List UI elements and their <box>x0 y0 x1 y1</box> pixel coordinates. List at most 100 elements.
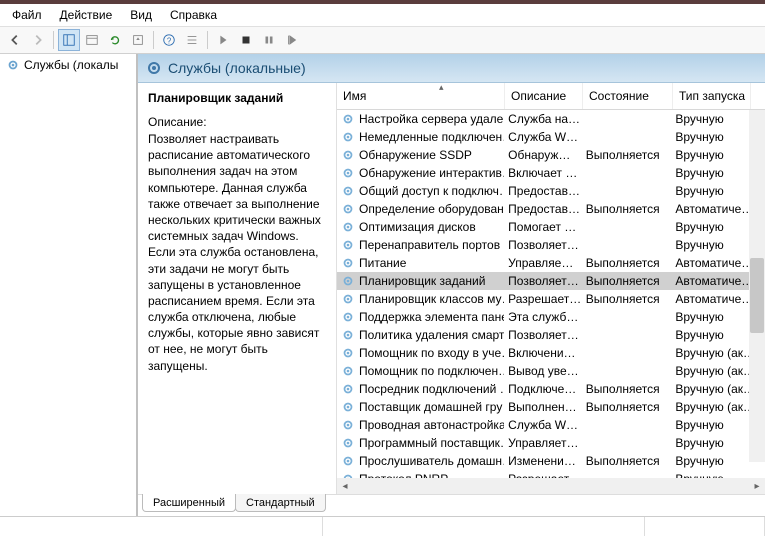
cell-start: Автоматиче… <box>671 256 749 270</box>
cell-name: Определение оборудован… <box>337 202 504 216</box>
column-state[interactable]: Состояние <box>583 83 673 109</box>
cell-name: Проводная автонастройка <box>337 418 504 432</box>
list-header: ▴ Имя Описание Состояние Тип запуска <box>337 83 765 110</box>
service-row[interactable]: Поставщик домашней гру…Выполнен…Выполняе… <box>337 398 749 416</box>
cell-desc: Позволяет… <box>504 238 582 252</box>
cell-desc: Подключе… <box>504 382 582 396</box>
cell-name: Перенаправитель портов … <box>337 238 504 252</box>
gear-icon <box>341 220 355 234</box>
cell-desc: Обнаруж… <box>504 148 582 162</box>
cell-desc: Управляе… <box>504 256 582 270</box>
cell-start: Вручную <box>671 310 749 324</box>
cell-name: Обнаружение SSDP <box>337 148 504 162</box>
cell-name: Программный поставщик… <box>337 436 504 450</box>
scroll-right-icon[interactable]: ▸ <box>749 481 765 492</box>
pane-header: Службы (локальные) <box>138 54 765 83</box>
gear-icon <box>6 58 20 72</box>
menu-help[interactable]: Справка <box>162 6 225 24</box>
service-row[interactable]: Обнаружение SSDPОбнаруж…ВыполняетсяВручн… <box>337 146 749 164</box>
nav-back-button[interactable] <box>4 29 26 51</box>
gear-icon <box>341 436 355 450</box>
service-row[interactable]: Планировщик классов му…Разрешает…Выполня… <box>337 290 749 308</box>
menu-action[interactable]: Действие <box>52 6 121 24</box>
cell-start: Вручную <box>671 328 749 342</box>
service-row[interactable]: Перенаправитель портов …Позволяет…Вручну… <box>337 236 749 254</box>
horizontal-scrollbar[interactable]: ◂ ▸ <box>337 478 765 494</box>
cell-name: Настройка сервера удален… <box>337 112 504 126</box>
service-row[interactable]: Общий доступ к подключ…Предостав…Вручную <box>337 182 749 200</box>
gear-icon <box>341 418 355 432</box>
column-description[interactable]: Описание <box>505 83 583 109</box>
cell-desc: Эта служб… <box>504 310 582 324</box>
properties-button[interactable] <box>81 29 103 51</box>
cell-desc: Позволяет… <box>504 274 582 288</box>
cell-state: Выполняется <box>582 292 672 306</box>
vertical-scrollbar[interactable] <box>749 110 765 462</box>
tab-extended[interactable]: Расширенный <box>142 494 236 512</box>
cell-state: Выполняется <box>582 454 672 468</box>
service-row[interactable]: ПитаниеУправляе…ВыполняетсяАвтоматиче… <box>337 254 749 272</box>
help-button[interactable]: ? <box>158 29 180 51</box>
pause-service-button[interactable] <box>258 29 280 51</box>
cell-state: Выполняется <box>582 148 672 162</box>
cell-state: Выполняется <box>582 202 672 216</box>
service-row[interactable]: Немедленные подключен…Служба W…Вручную <box>337 128 749 146</box>
gear-icon <box>341 328 355 342</box>
tree-item-services[interactable]: Службы (локалы <box>2 56 134 74</box>
service-row[interactable]: Оптимизация дисковПомогает …Вручную <box>337 218 749 236</box>
sort-indicator-icon: ▴ <box>439 83 444 93</box>
cell-start: Вручную <box>671 148 749 162</box>
service-row[interactable]: Протокол PNRPРазрешает…Вручную <box>337 470 749 478</box>
service-row[interactable]: Проводная автонастройкаСлужба W…Вручную <box>337 416 749 434</box>
cell-name: Питание <box>337 256 504 270</box>
gear-icon <box>341 382 355 396</box>
service-row[interactable]: Помощник по подключен…Вывод уве…Вручную … <box>337 362 749 380</box>
refresh-button[interactable] <box>104 29 126 51</box>
column-startup[interactable]: Тип запуска <box>673 83 751 109</box>
service-row[interactable]: Прослушиватель домашн…Изменени…Выполняет… <box>337 452 749 470</box>
cell-state: Выполняется <box>582 382 672 396</box>
pane-title: Службы (локальные) <box>168 60 306 76</box>
menubar: Файл Действие Вид Справка <box>0 4 765 26</box>
service-row[interactable]: Политика удаления смарт…Позволяет…Вручну… <box>337 326 749 344</box>
column-name[interactable]: Имя <box>337 83 505 109</box>
service-row[interactable]: Поддержка элемента пане…Эта служб… Вручну… <box>337 308 749 326</box>
cell-name: Планировщик классов му… <box>337 292 504 306</box>
menu-view[interactable]: Вид <box>122 6 160 24</box>
cell-start: Вручную (ак… <box>671 382 749 396</box>
scroll-left-icon[interactable]: ◂ <box>337 481 353 492</box>
gear-icon <box>341 256 355 270</box>
description-text: Позволяет настраивать расписание автомат… <box>148 131 326 374</box>
service-row[interactable]: Планировщик заданийПозволяет…Выполняется… <box>337 272 749 290</box>
list-button[interactable] <box>181 29 203 51</box>
service-row[interactable]: Определение оборудован…Предостав…Выполня… <box>337 200 749 218</box>
tab-standard[interactable]: Стандартный <box>235 494 326 512</box>
show-tree-button[interactable] <box>58 29 80 51</box>
export-button[interactable] <box>127 29 149 51</box>
cell-start: Вручную <box>671 472 749 478</box>
service-row[interactable]: Помощник по входу в уче…Включени…Вручную… <box>337 344 749 362</box>
service-row[interactable]: Программный поставщик…Управляет…Вручную <box>337 434 749 452</box>
cell-name: Обнаружение интерактив… <box>337 166 504 180</box>
scrollbar-thumb[interactable] <box>750 258 764 333</box>
cell-desc: Служба W… <box>504 130 582 144</box>
cell-start: Вручную <box>671 130 749 144</box>
menu-file[interactable]: Файл <box>4 6 50 24</box>
cell-start: Вручную <box>671 418 749 432</box>
cell-desc: Выполнен… <box>504 400 582 414</box>
nav-forward-button[interactable] <box>27 29 49 51</box>
gear-icon <box>341 112 355 126</box>
restart-service-button[interactable] <box>281 29 303 51</box>
cell-desc: Включает … <box>504 166 582 180</box>
tree-item-label: Службы (локалы <box>24 58 118 72</box>
cell-state: Выполняется <box>582 274 672 288</box>
gear-icon <box>341 184 355 198</box>
service-row[interactable]: Обнаружение интерактив…Включает …Вручную <box>337 164 749 182</box>
stop-service-button[interactable] <box>235 29 257 51</box>
service-row[interactable]: Посредник подключений …Подключе…Выполняе… <box>337 380 749 398</box>
tree-pane: Службы (локалы <box>0 54 138 516</box>
cell-desc: Изменени… <box>504 454 582 468</box>
cell-name: Поддержка элемента пане… <box>337 310 504 324</box>
service-row[interactable]: Настройка сервера удален…Служба на…Вручн… <box>337 110 749 128</box>
start-service-button[interactable] <box>212 29 234 51</box>
